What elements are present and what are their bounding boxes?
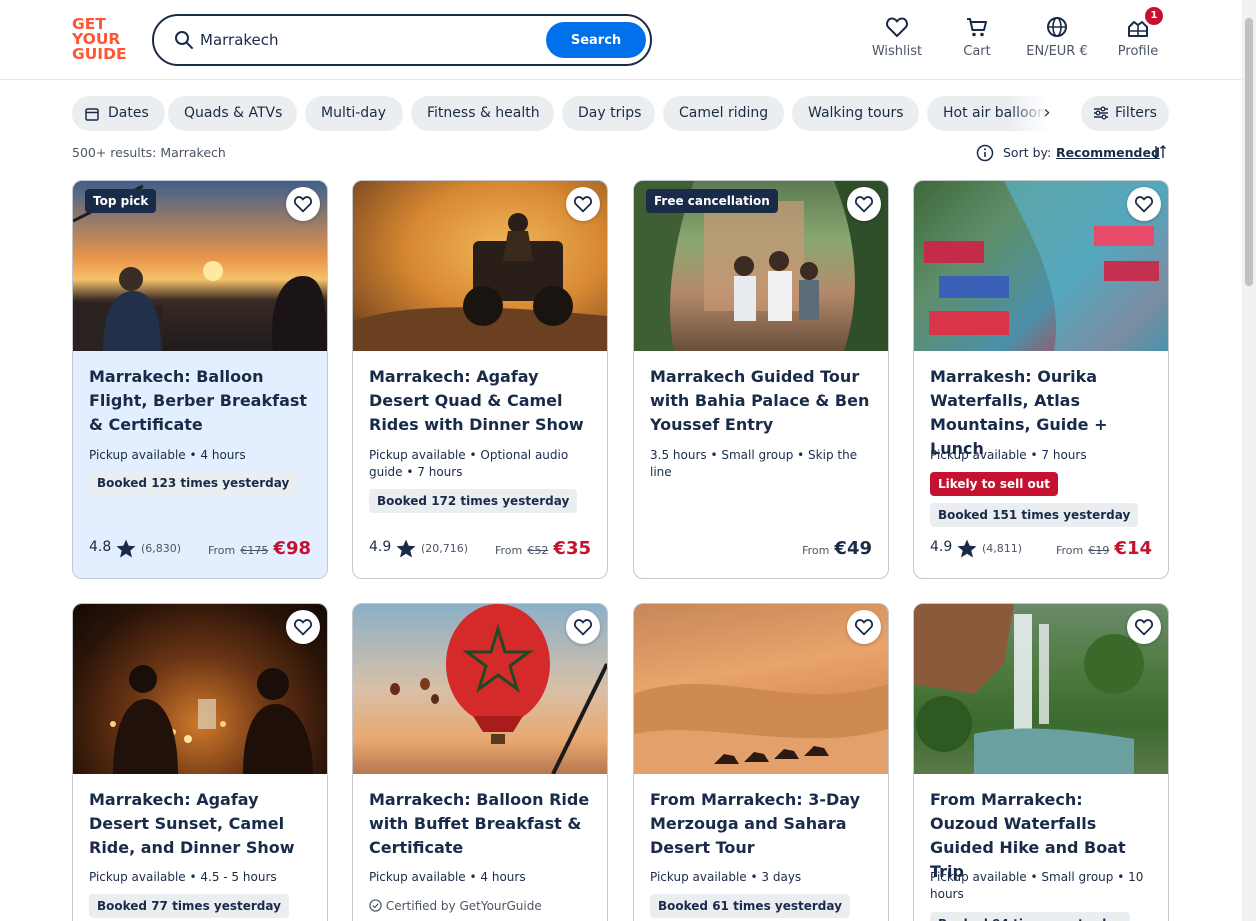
star-icon: [957, 539, 977, 558]
wishlist-button[interactable]: [1127, 610, 1161, 644]
sort-arrows-icon: [1153, 145, 1166, 159]
results-count: 500+ results: Marrakech: [72, 145, 226, 160]
scrollbar-thumb[interactable]: [1245, 18, 1253, 286]
activity-card[interactable]: From Marrakech: 3-Day Merzouga and Sahar…: [633, 603, 889, 921]
booked-badge: Booked 151 times yesterday: [930, 503, 1139, 527]
page-scrollbar[interactable]: [1242, 0, 1256, 921]
heart-icon: [294, 196, 312, 213]
calendar-icon: [85, 108, 99, 121]
free-cancellation-badge: Free cancellation: [646, 189, 778, 213]
getyourguide-logo[interactable]: GET YOUR GUIDE: [72, 16, 130, 63]
rating: 4.9 (20,716): [369, 539, 468, 559]
heart-icon: [294, 619, 312, 636]
filters-icon: [1094, 106, 1108, 120]
filters-button[interactable]: Filters: [1081, 96, 1169, 131]
rating: 4.9 (4,811): [930, 539, 1022, 559]
activity-card[interactable]: From Marrakech: Ouzoud Waterfalls Guided…: [913, 603, 1169, 921]
activity-meta: 3.5 hours • Small group • Skip the line: [650, 448, 858, 479]
price: From €52 €35: [494, 538, 591, 559]
heart-icon: [1135, 619, 1153, 636]
star-icon: [396, 539, 416, 558]
booked-badge: Booked 94 times yesterday: [930, 912, 1130, 921]
rating: 4.8 (6,830): [89, 539, 181, 559]
chevron-right-icon[interactable]: ›: [1034, 102, 1060, 126]
nav-language-currency[interactable]: EN/EUR €: [1022, 14, 1092, 66]
heart-icon: [886, 17, 908, 37]
activity-title[interactable]: Marrakech: Balloon Flight, Berber Breakf…: [89, 365, 315, 437]
activity-card[interactable]: Marrakech: Agafay Desert Quad & Camel Ri…: [352, 180, 608, 579]
likely-to-sell-out-badge: Likely to sell out: [930, 472, 1059, 496]
wishlist-button[interactable]: [566, 610, 600, 644]
activity-title[interactable]: From Marrakech: 3-Day Merzouga and Sahar…: [650, 788, 876, 860]
certified-label: Certified by GetYourGuide: [369, 899, 542, 913]
wishlist-button[interactable]: [847, 610, 881, 644]
chip-quads-atvs[interactable]: Quads & ATVs: [168, 96, 297, 131]
certified-check-icon: [369, 899, 382, 912]
activity-title[interactable]: Marrakech: Agafay Desert Sunset, Camel R…: [89, 788, 315, 860]
price: From €175 €98: [207, 538, 311, 559]
booked-badge: Booked 61 times yesterday: [650, 894, 850, 918]
activity-meta: Pickup available • 7 hours: [930, 448, 1087, 462]
search-input[interactable]: [200, 24, 540, 56]
chip-walking-tours[interactable]: Walking tours: [792, 96, 919, 131]
chip-dates[interactable]: Dates: [72, 96, 165, 131]
activity-meta: Pickup available • 3 days: [650, 870, 802, 884]
heart-icon: [574, 619, 592, 636]
activity-title[interactable]: Marrakech: Agafay Desert Quad & Camel Ri…: [369, 365, 595, 437]
top-pick-badge: Top pick: [85, 189, 157, 213]
search-button[interactable]: Search: [546, 22, 646, 58]
activity-meta: Pickup available • Optional audio guide …: [369, 448, 569, 479]
globe-icon: [1047, 17, 1067, 37]
heart-icon: [574, 196, 592, 213]
heart-icon: [1135, 196, 1153, 213]
activity-card[interactable]: Top pick Marrakech: Balloon Flight, Berb…: [72, 180, 328, 579]
wishlist-button[interactable]: [1127, 187, 1161, 221]
booked-badge: Booked 77 times yesterday: [89, 894, 289, 918]
activity-meta: Pickup available • 4.5 - 5 hours: [89, 870, 277, 884]
sort-value[interactable]: Recommended: [1056, 145, 1160, 160]
booked-badge: Booked 172 times yesterday: [369, 489, 578, 513]
wishlist-button[interactable]: [566, 187, 600, 221]
top-header: GET YOUR GUIDE Search Wishlist Cart EN/E…: [0, 0, 1256, 80]
profile-notification-badge: 1: [1145, 7, 1163, 25]
wishlist-button[interactable]: [286, 187, 320, 221]
nav-cart[interactable]: Cart: [955, 14, 999, 66]
wishlist-button[interactable]: [286, 610, 320, 644]
activity-meta: Pickup available • Small group • 10 hour…: [930, 870, 1144, 901]
chip-multi-day[interactable]: Multi-day: [305, 96, 403, 131]
chip-day-trips[interactable]: Day trips: [562, 96, 655, 131]
activity-card[interactable]: Marrakesh: Ourika Waterfalls, Atlas Moun…: [913, 180, 1169, 579]
activity-card[interactable]: Marrakech: Agafay Desert Sunset, Camel R…: [72, 603, 328, 921]
search-bar: Search: [152, 14, 652, 66]
chip-camel-riding[interactable]: Camel riding: [663, 96, 784, 131]
cart-icon: [967, 18, 987, 37]
price: From €19 €14: [1055, 538, 1152, 559]
chip-fitness-health[interactable]: Fitness & health: [411, 96, 554, 131]
price: From €49: [802, 538, 872, 559]
sort-label: Sort by:: [1003, 145, 1052, 160]
activity-meta: Pickup available • 4 hours: [369, 870, 526, 884]
search-icon: [175, 31, 193, 49]
activity-title[interactable]: Marrakech Guided Tour with Bahia Palace …: [650, 365, 876, 437]
nav-wishlist[interactable]: Wishlist: [870, 14, 924, 66]
booked-badge: Booked 123 times yesterday: [89, 471, 298, 495]
heart-icon: [855, 196, 873, 213]
activity-meta: Pickup available • 4 hours: [89, 448, 246, 462]
sort-control[interactable]: Sort by: Recommended: [976, 143, 1168, 163]
activity-card[interactable]: Marrakech: Balloon Ride with Buffet Brea…: [352, 603, 608, 921]
activity-card[interactable]: Free cancellation Marrakech Guided Tour …: [633, 180, 889, 579]
wishlist-button[interactable]: [847, 187, 881, 221]
activity-title[interactable]: Marrakech: Balloon Ride with Buffet Brea…: [369, 788, 595, 860]
heart-icon: [855, 619, 873, 636]
star-icon: [116, 539, 136, 558]
info-icon[interactable]: [976, 144, 994, 162]
